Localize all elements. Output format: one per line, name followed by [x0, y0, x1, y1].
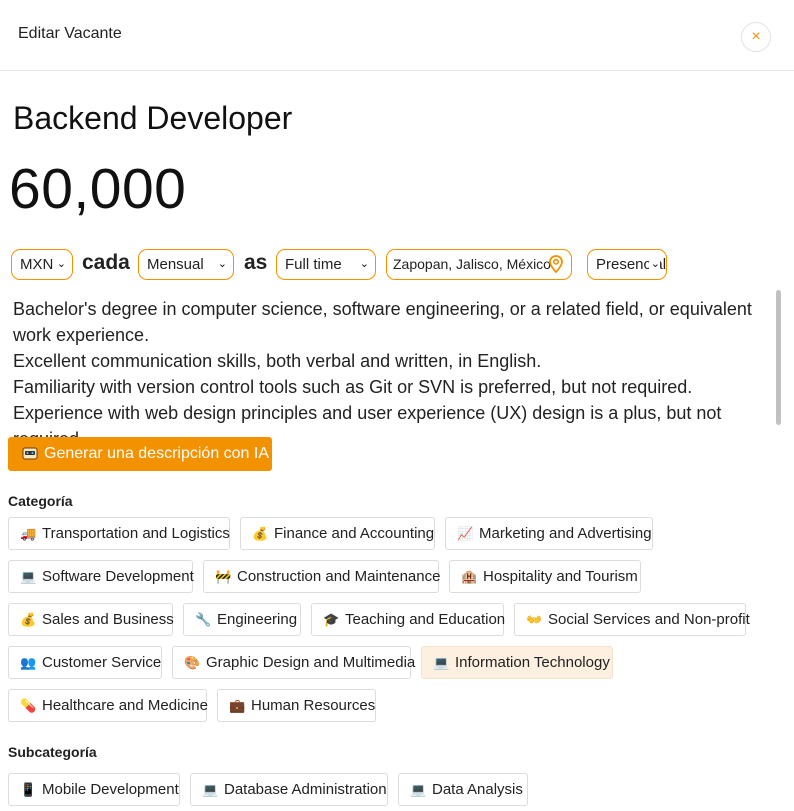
computer-icon: 💻: [202, 782, 219, 797]
people-icon: 👥: [20, 655, 37, 670]
briefcase-icon: 💼: [229, 698, 246, 713]
subcategory-chip-mobile-development[interactable]: 📱 Mobile Development: [8, 773, 180, 806]
category-chip-information-technology[interactable]: 💻 Information Technology: [421, 646, 613, 679]
money-bag-icon: 💰: [252, 526, 269, 541]
computer-icon: 💻: [433, 655, 450, 670]
pill-icon: 💊: [20, 698, 37, 713]
category-chip-social-services[interactable]: 👐 Social Services and Non-profit: [514, 603, 750, 636]
description-textarea[interactable]: Bachelor's degree in computer science, s…: [13, 296, 775, 452]
category-chip-finance[interactable]: 💰 Finance and Accounting: [240, 517, 435, 550]
cada-label: cada: [82, 251, 130, 274]
chevron-down-icon: ⌄: [56, 258, 66, 270]
employment-type-select[interactable]: Full time ⌄: [276, 249, 376, 280]
graduation-cap-icon: 🎓: [323, 612, 340, 627]
chevron-down-icon: ⌄: [648, 250, 660, 279]
dialog-header: Editar Vacante ×: [0, 0, 794, 71]
hotel-icon: 🏨: [461, 569, 478, 584]
category-chip-software-development[interactable]: 💻 Software Development: [8, 560, 194, 593]
mobile-phone-icon: 📱: [20, 782, 37, 797]
robot-icon: [22, 447, 38, 460]
generate-ai-description-button[interactable]: Generar una descripción con IA: [8, 437, 272, 471]
wrench-icon: 🔧: [195, 612, 212, 627]
category-chip-healthcare[interactable]: 💊 Healthcare and Medicine: [8, 689, 208, 722]
category-chip-teaching[interactable]: 🎓 Teaching and Education: [311, 603, 505, 636]
period-select[interactable]: Mensual ⌄: [138, 249, 234, 280]
category-chip-customer-service[interactable]: 👥 Customer Service: [8, 646, 162, 679]
map-pin-icon: [549, 255, 563, 273]
subcategoria-label: Subcategoría: [8, 744, 97, 760]
category-chip-sales[interactable]: 💰 Sales and Business: [8, 603, 174, 636]
chart-up-icon: 📈: [457, 526, 474, 541]
category-chip-graphic-design[interactable]: 🎨 Graphic Design and Multimedia: [172, 646, 415, 679]
as-label: as: [244, 251, 268, 274]
modality-select[interactable]: Presencial ⌄: [587, 249, 667, 280]
computer-icon: 💻: [20, 569, 37, 584]
dialog-title: Editar Vacante: [18, 25, 122, 42]
computer-icon: 💻: [410, 782, 427, 797]
currency-select[interactable]: MXN ⌄: [11, 249, 73, 280]
close-button[interactable]: ×: [741, 22, 771, 52]
truck-icon: 🚚: [20, 526, 37, 541]
category-chip-marketing[interactable]: 📈 Marketing and Advertising: [445, 517, 653, 550]
chevron-down-icon: ⌄: [359, 258, 369, 270]
category-chip-hospitality[interactable]: 🏨 Hospitality and Tourism: [449, 560, 641, 593]
salary-amount[interactable]: 60,000: [9, 156, 186, 222]
subcategory-chip-database-administration[interactable]: 💻 Database Administration: [190, 773, 388, 806]
palette-icon: 🎨: [184, 655, 201, 670]
category-chip-human-resources[interactable]: 💼 Human Resources: [217, 689, 376, 722]
open-hands-icon: 👐: [526, 612, 543, 627]
description-line: Bachelor's degree in computer science, s…: [13, 299, 752, 345]
construction-icon: 🚧: [215, 569, 232, 584]
job-title[interactable]: Backend Developer: [13, 100, 292, 137]
description-line: Familiarity with version control tools s…: [13, 377, 693, 397]
description-scrollbar[interactable]: [776, 290, 781, 425]
description-line: Excellent communication skills, both ver…: [13, 351, 542, 371]
category-chip-transportation[interactable]: 🚚 Transportation and Logistics: [8, 517, 230, 550]
money-bag-icon: 💰: [20, 612, 37, 627]
close-icon: ×: [751, 28, 761, 45]
category-chip-construction[interactable]: 🚧 Construction and Maintenance: [203, 560, 440, 593]
chevron-down-icon: ⌄: [217, 258, 227, 270]
categoria-label: Categoría: [8, 493, 73, 509]
location-input[interactable]: Zapopan, Jalisco, México: [386, 249, 572, 280]
category-chip-engineering[interactable]: 🔧 Engineering: [183, 603, 301, 636]
subcategory-chip-data-analysis[interactable]: 💻 Data Analysis: [398, 773, 528, 806]
